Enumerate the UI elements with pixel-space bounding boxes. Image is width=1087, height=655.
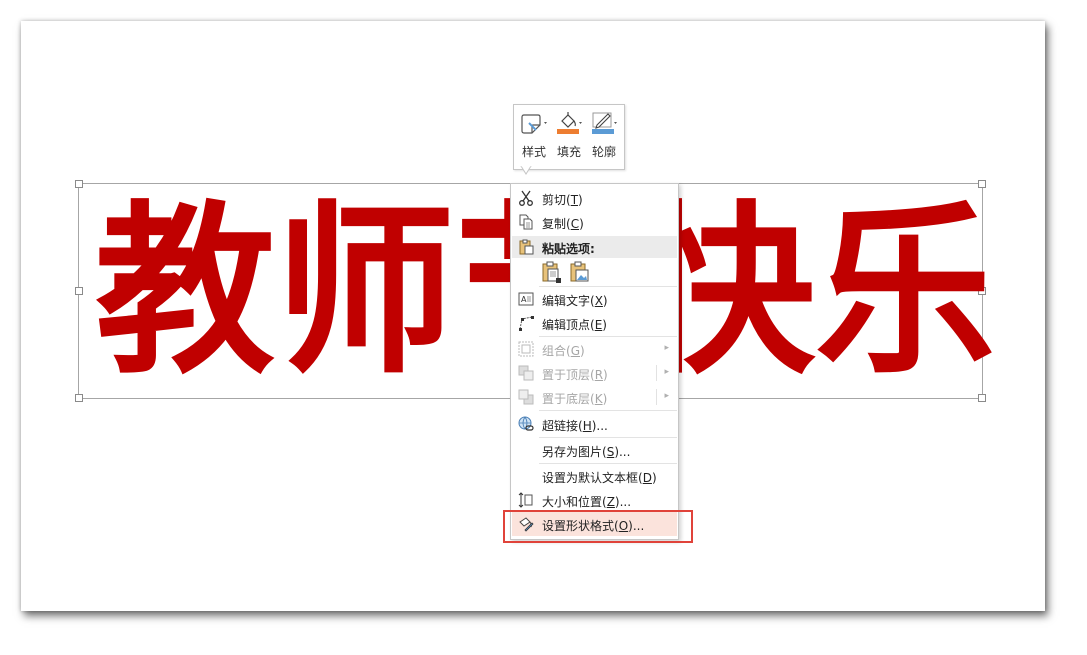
menu-item-label: 编辑顶点( bbox=[542, 318, 595, 332]
paste-keep-formatting-icon bbox=[542, 261, 561, 283]
menu-item-mnemonic: X bbox=[594, 294, 603, 308]
menu-item-label-end: ) bbox=[602, 392, 608, 406]
group-icon bbox=[518, 341, 534, 357]
menu-item-group[interactable]: 组合(G) ▸ bbox=[512, 337, 677, 361]
menu-item-label: 超链接( bbox=[542, 419, 583, 433]
paste-keep-source-button[interactable] bbox=[541, 260, 563, 284]
hyperlink-globe-icon bbox=[518, 416, 534, 432]
wordart-char: 师 bbox=[275, 185, 456, 399]
menu-item-label-end: ) bbox=[578, 193, 583, 207]
paint-bucket-icon bbox=[554, 111, 584, 135]
menu-item-save-as-picture[interactable]: 另存为图片(S)... bbox=[512, 438, 677, 462]
highlight-annotation-box bbox=[503, 510, 693, 543]
resize-handle-mid-left[interactable] bbox=[75, 287, 83, 295]
paste-as-picture-button[interactable] bbox=[569, 260, 591, 284]
menu-item-label: 组合( bbox=[542, 344, 571, 358]
resize-handle-bottom-left[interactable] bbox=[75, 394, 83, 402]
send-to-back-icon bbox=[518, 389, 534, 405]
submenu-arrow-icon: ▸ bbox=[664, 343, 669, 353]
menu-item-edit-points[interactable]: 编辑顶点(E) bbox=[512, 311, 677, 335]
split-divider bbox=[656, 365, 657, 381]
shape-style-icon bbox=[519, 111, 549, 135]
paste-options-header: 粘贴选项: bbox=[512, 236, 677, 258]
style-button[interactable]: 样式 bbox=[517, 111, 551, 163]
outline-label: 轮廓 bbox=[591, 145, 616, 159]
context-menu: 剪切(T) 复制(C) 粘贴选项: A 编辑文字(X) 编辑顶点(E) 组合(G… bbox=[510, 183, 679, 540]
menu-item-cut[interactable]: 剪切(T) bbox=[512, 186, 677, 210]
menu-item-mnemonic: G bbox=[570, 344, 580, 358]
submenu-arrow-icon: ▸ bbox=[664, 391, 669, 401]
menu-item-label: 设置为默认文本框( bbox=[542, 471, 643, 485]
menu-item-hyperlink[interactable]: 超链接(H)... bbox=[512, 412, 677, 436]
copy-icon bbox=[518, 214, 534, 230]
svg-text:A: A bbox=[521, 295, 527, 304]
text-box-icon: A bbox=[518, 291, 534, 307]
paste-options-label: 粘贴选项: bbox=[542, 242, 595, 256]
wordart-char: 乐 bbox=[815, 185, 996, 399]
menu-item-label-end: ) bbox=[580, 344, 585, 358]
outline-button[interactable]: 轮廓 bbox=[587, 111, 621, 163]
submenu-arrow-icon: ▸ bbox=[664, 367, 669, 377]
edit-points-icon bbox=[518, 315, 534, 331]
menu-item-mnemonic: C bbox=[570, 217, 580, 231]
paste-picture-icon bbox=[570, 261, 589, 282]
menu-item-label-end: ) bbox=[651, 471, 657, 485]
menu-separator bbox=[539, 410, 677, 411]
menu-item-mnemonic: D bbox=[642, 471, 652, 485]
style-label: 样式 bbox=[521, 145, 546, 159]
mini-toolbar-pointer-icon bbox=[520, 166, 532, 175]
menu-item-label-end: )... bbox=[614, 445, 631, 459]
menu-item-label-end: ) bbox=[603, 368, 608, 382]
menu-item-edit-text[interactable]: A 编辑文字(X) bbox=[512, 287, 677, 311]
menu-item-label-end: ) bbox=[579, 217, 584, 231]
menu-item-mnemonic: H bbox=[582, 419, 592, 433]
split-divider bbox=[656, 389, 657, 405]
menu-item-label: 另存为图片( bbox=[542, 445, 607, 459]
resize-handle-top-left[interactable] bbox=[75, 180, 83, 188]
scissors-icon bbox=[518, 190, 534, 206]
outline-pen-icon bbox=[589, 111, 619, 135]
menu-item-size-position[interactable]: 大小和位置(Z)... bbox=[512, 488, 677, 512]
menu-item-set-default-textbox[interactable]: 设置为默认文本框(D) bbox=[512, 464, 677, 488]
menu-item-label: 剪切( bbox=[542, 193, 571, 207]
menu-item-label-end: ) bbox=[602, 294, 608, 308]
bring-to-front-icon bbox=[518, 365, 534, 381]
menu-item-label: 置于顶层( bbox=[542, 368, 595, 382]
mini-toolbar: 样式 填充 轮廓 bbox=[513, 104, 625, 170]
menu-item-label: 编辑文字( bbox=[542, 294, 595, 308]
menu-item-label-end: ) bbox=[602, 318, 607, 332]
menu-item-label-end: )... bbox=[591, 419, 608, 433]
menu-item-mnemonic: R bbox=[594, 368, 604, 382]
menu-item-send-to-back[interactable]: 置于底层(K) ▸ bbox=[512, 385, 677, 409]
menu-item-mnemonic: Z bbox=[606, 495, 615, 509]
menu-item-bring-to-front[interactable]: 置于顶层(R) ▸ bbox=[512, 361, 677, 385]
menu-item-label-end: )... bbox=[614, 495, 632, 509]
size-position-icon bbox=[518, 492, 534, 508]
fill-label: 填充 bbox=[556, 145, 581, 159]
menu-item-label: 置于底层( bbox=[542, 392, 595, 406]
menu-item-copy[interactable]: 复制(C) bbox=[512, 210, 677, 234]
menu-item-mnemonic: K bbox=[594, 392, 603, 406]
menu-item-mnemonic: T bbox=[570, 193, 579, 207]
menu-item-label: 复制( bbox=[542, 217, 571, 231]
menu-item-label: 大小和位置( bbox=[542, 495, 607, 509]
clipboard-icon bbox=[518, 239, 534, 255]
wordart-char: 教 bbox=[95, 185, 276, 399]
fill-button[interactable]: 填充 bbox=[552, 111, 586, 163]
